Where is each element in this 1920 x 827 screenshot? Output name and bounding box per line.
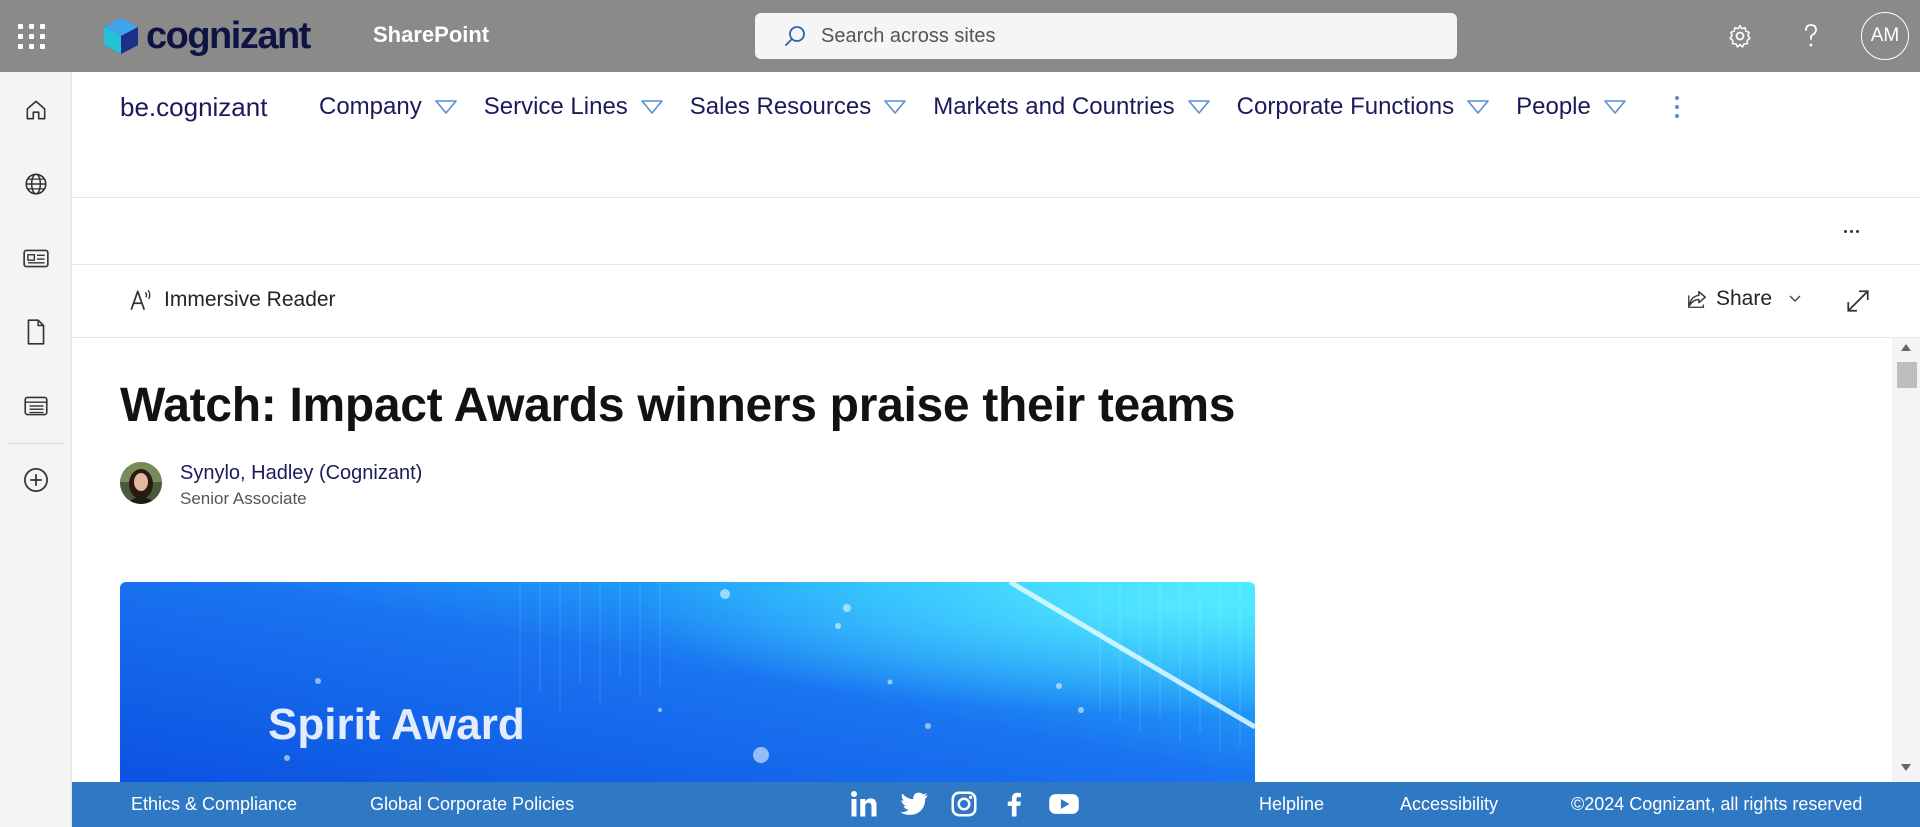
share-label: Share	[1716, 287, 1773, 310]
share-button[interactable]: Share	[1686, 287, 1810, 311]
app-title[interactable]: SharePoint	[373, 22, 489, 48]
home-icon[interactable]	[16, 90, 56, 130]
nav-item-label: Sales Resources	[689, 93, 872, 120]
hub-navigation: Company Service Lines Sales Resources Ma…	[319, 92, 1687, 122]
chevron-down-icon	[640, 100, 663, 114]
footer-link-ethics[interactable]: Ethics & Compliance	[131, 794, 297, 815]
scroll-up-arrow-icon[interactable]	[1901, 344, 1911, 351]
footer-link-accessibility[interactable]: Accessibility	[1400, 794, 1498, 815]
lists-icon[interactable]	[16, 386, 56, 426]
twitter-icon[interactable]	[898, 788, 930, 820]
chevron-down-icon	[1467, 100, 1489, 114]
create-plus-icon[interactable]	[16, 460, 56, 500]
nav-item-company[interactable]: Company	[319, 93, 458, 121]
instagram-icon[interactable]	[948, 788, 980, 820]
linkedin-icon[interactable]	[848, 788, 880, 820]
social-links	[848, 788, 1080, 820]
author-role: Senior Associate	[180, 489, 307, 508]
news-icon[interactable]	[16, 238, 56, 278]
hero-background	[120, 582, 1255, 782]
nav-item-sales-resources[interactable]: Sales Resources	[690, 93, 907, 121]
chevron-down-icon	[1789, 295, 1801, 302]
user-avatar[interactable]: AM	[1861, 12, 1909, 60]
chevron-down-icon	[1604, 100, 1626, 114]
nav-item-markets-and-countries[interactable]: Markets and Countries	[933, 93, 1210, 121]
nav-item-people[interactable]: People	[1516, 93, 1627, 121]
settings-gear-icon[interactable]	[1720, 16, 1760, 56]
page-scrollbar[interactable]	[1892, 338, 1920, 782]
share-icon	[1688, 290, 1706, 308]
page-command-bar	[72, 198, 1920, 265]
chevron-down-icon	[884, 100, 907, 114]
search-box[interactable]	[755, 13, 1457, 59]
page-title: Watch: Impact Awards winners praise thei…	[120, 379, 1236, 432]
article-content: Watch: Impact Awards winners praise thei…	[72, 338, 1892, 782]
search-input[interactable]	[821, 24, 1421, 48]
cognizant-logo-mark-icon	[104, 18, 138, 54]
chevron-down-icon	[1187, 100, 1210, 114]
brand-name: cognizant	[146, 14, 311, 57]
nav-item-label: Markets and Countries	[933, 93, 1175, 120]
chevron-down-icon	[434, 100, 457, 114]
nav-item-label: Corporate Functions	[1236, 93, 1455, 120]
footer-link-helpline[interactable]: Helpline	[1259, 794, 1324, 815]
help-icon[interactable]	[1791, 16, 1831, 56]
left-app-rail	[0, 72, 72, 827]
nav-item-corporate-functions[interactable]: Corporate Functions	[1237, 93, 1490, 121]
hero-video-thumbnail[interactable]: Spirit Award	[120, 582, 1255, 782]
more-options-ellipsis-icon[interactable]	[1836, 216, 1866, 246]
article-command-bar: Immersive Reader Share	[72, 265, 1920, 338]
footer-copyright: ©2024 Cognizant, all rights reserved	[1571, 794, 1863, 814]
immersive-reader-icon	[130, 289, 151, 311]
cognizant-logo[interactable]: cognizant	[100, 14, 311, 57]
scroll-down-arrow-icon[interactable]	[1901, 764, 1911, 771]
author-name-link[interactable]: Synylo, Hadley (Cognizant)	[180, 462, 422, 485]
youtube-icon[interactable]	[1048, 788, 1080, 820]
nav-item-label: Company	[319, 93, 422, 120]
document-icon[interactable]	[16, 312, 56, 352]
suite-bar: cognizant SharePoint AM	[0, 0, 1920, 72]
app-launcher-icon[interactable]	[16, 20, 48, 52]
author-avatar[interactable]	[120, 462, 162, 504]
nav-item-label: People	[1516, 93, 1591, 120]
nav-item-service-lines[interactable]: Service Lines	[484, 93, 664, 121]
footer-link-policies[interactable]: Global Corporate Policies	[370, 794, 574, 815]
hero-caption: Spirit Award	[268, 700, 525, 749]
rail-divider	[8, 443, 64, 444]
site-name[interactable]: be.cognizant	[120, 92, 267, 123]
expand-fullscreen-icon[interactable]	[1842, 285, 1874, 317]
nav-more-vertical-ellipsis-icon[interactable]	[1667, 92, 1687, 122]
site-header: be.cognizant Company Service Lines Sales…	[72, 72, 1920, 198]
scrollbar-thumb[interactable]	[1897, 362, 1917, 388]
search-icon	[785, 26, 805, 46]
site-footer: Ethics & Compliance Global Corporate Pol…	[72, 782, 1920, 827]
immersive-reader-button[interactable]: Immersive Reader	[128, 287, 336, 313]
facebook-icon[interactable]	[998, 788, 1030, 820]
nav-item-label: Service Lines	[483, 93, 628, 120]
immersive-reader-label: Immersive Reader	[164, 288, 336, 311]
globe-icon[interactable]	[16, 164, 56, 204]
